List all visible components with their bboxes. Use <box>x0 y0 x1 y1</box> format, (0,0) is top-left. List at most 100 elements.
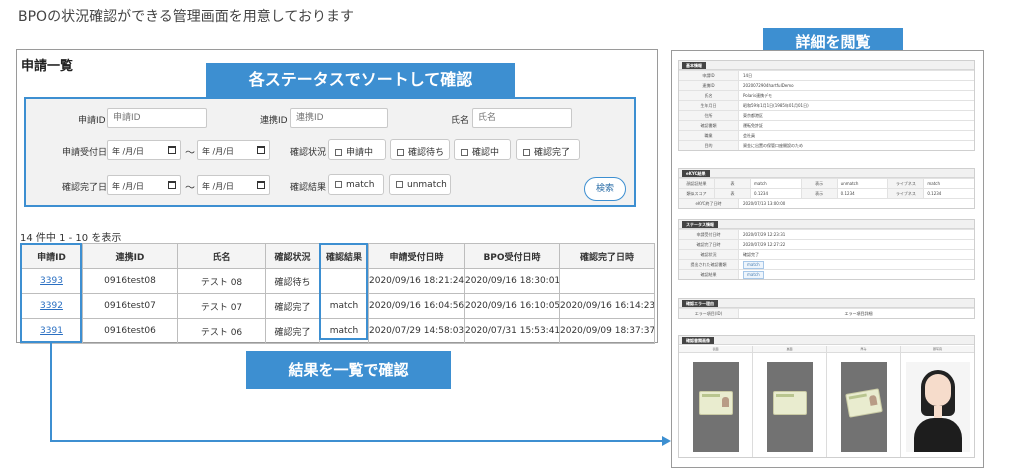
face-photo-image[interactable] <box>906 362 970 452</box>
detail-key: 表示 <box>801 179 838 188</box>
detail-key: 職業 <box>679 131 739 140</box>
calendar-icon <box>168 146 176 154</box>
document-images-section: 確認書類画像 表面 裏面 厚み 顔写真 <box>678 335 975 458</box>
status-checkbox-applying[interactable]: 申請中 <box>328 139 386 160</box>
detail-key: 連携ID <box>679 81 739 90</box>
match-badge-button[interactable]: match <box>743 271 764 279</box>
checkbox-icon <box>397 149 404 156</box>
detail-value: match <box>751 179 802 188</box>
checkbox-icon <box>335 149 342 156</box>
section-tag: 確認エラー理由 <box>682 300 718 307</box>
image-columns: 表面 裏面 厚み 顔写真 <box>679 346 974 457</box>
calendar-icon <box>257 181 265 189</box>
result-checkbox-match[interactable]: match <box>328 174 384 195</box>
application-id-label: 申請ID <box>78 116 106 126</box>
completed-date-to[interactable]: 年 /月/日 <box>197 175 270 195</box>
callout-list: 結果を一覧で確認 <box>246 351 451 389</box>
search-button[interactable]: 検索 <box>584 177 626 201</box>
completed-date-label: 確認完了日 <box>62 183 108 193</box>
detail-row: 確認結果 match <box>679 269 974 279</box>
range-tilde: ～ <box>185 148 195 159</box>
column-header[interactable]: 氏名 <box>177 243 266 269</box>
table-cell: テスト 07 <box>177 293 266 319</box>
head-shape <box>925 374 951 406</box>
detail-row: 生年月日 昭和59年1月1日(1985年01月01日) <box>679 100 974 110</box>
column-header[interactable]: BPO受付日時 <box>464 243 560 269</box>
detail-key: 目的 <box>679 141 739 150</box>
result-label: 確認結果 <box>290 183 327 193</box>
detail-value: 昭和59年1月1日(1985年01月01日) <box>743 103 809 108</box>
detail-value: 運転免許証 <box>743 123 763 128</box>
detail-key: ライブネス <box>888 179 925 188</box>
detail-key: 表 <box>715 189 751 198</box>
detail-key: ライブネス <box>888 189 925 198</box>
card-band <box>848 393 867 400</box>
detail-value: 2020/07/29 12:23:31 <box>743 232 786 237</box>
detail-value: エラー項目詳細 <box>844 311 873 316</box>
status-checkbox-completed[interactable]: 確認完了 <box>516 139 580 160</box>
detail-value: 2020072904hartfulDemo <box>743 83 794 88</box>
application-id-input[interactable] <box>107 108 207 128</box>
date-text: 年 /月/日 <box>202 147 234 156</box>
received-date-from[interactable]: 年 /月/日 <box>107 140 181 160</box>
column-header[interactable]: 確認状況 <box>265 243 320 269</box>
detail-key: 確認完了日時 <box>679 240 739 249</box>
detail-value: unmatch <box>838 179 889 188</box>
detail-value: 東京都港区 <box>743 113 763 118</box>
license-back-image[interactable] <box>767 362 813 452</box>
image-column: 表面 <box>679 346 753 457</box>
link-id-label: 連携ID <box>260 116 288 126</box>
status-checkbox-checking[interactable]: 確認中 <box>454 139 511 160</box>
detail-row: 確認状況 確認完了 <box>679 249 974 259</box>
detail-key: 確認結果 <box>679 270 739 279</box>
section-header: 基本情報 <box>679 61 974 70</box>
detail-key: 顔認証結果 <box>679 179 715 188</box>
completed-date-from[interactable]: 年 /月/日 <box>107 175 181 195</box>
status-checkbox-waiting[interactable]: 確認待ち <box>390 139 450 160</box>
detail-value: 14日 <box>743 73 753 78</box>
column-header[interactable]: 連携ID <box>82 243 178 269</box>
column-header[interactable]: 申請受付日時 <box>368 243 465 269</box>
detail-value: 0.1234 <box>751 189 802 198</box>
detail-value: 2020/07/13 13:00:00 <box>743 201 786 206</box>
detail-row: 確認完了日時 2020/07/29 12:27:22 <box>679 239 974 249</box>
link-id-input[interactable] <box>290 108 388 128</box>
panel-title: 申請一覧 <box>21 59 74 74</box>
license-thickness-image[interactable] <box>841 362 887 452</box>
callout-sort: 各ステータスでソートして確認 <box>206 63 515 97</box>
checkbox-icon <box>396 181 403 188</box>
status-info-section: ステータス情報 申請受付日時 2020/07/29 12:23:31 確認完了日時… <box>678 219 975 280</box>
result-checkbox-unmatch[interactable]: unmatch <box>389 174 451 195</box>
detail-value: match <box>739 260 974 269</box>
table-cell <box>559 268 655 294</box>
detail-row: エラー項目(ID) エラー項目詳細 <box>679 308 974 318</box>
checkbox-label: 確認中 <box>472 148 500 158</box>
section-tag: eKYC結果 <box>682 170 710 177</box>
table-cell: 0916test07 <box>82 293 178 319</box>
arrow-right-icon <box>662 436 671 446</box>
detail-row: 顔認証結果 表 match 表示 unmatch ライブネス match <box>679 178 974 188</box>
match-badge-button[interactable]: match <box>743 261 764 269</box>
name-input[interactable] <box>472 108 572 128</box>
id-card-icon <box>845 388 883 418</box>
section-header: ステータス情報 <box>679 220 974 229</box>
license-front-image[interactable] <box>693 362 739 452</box>
column-header[interactable]: 確認完了日時 <box>559 243 655 269</box>
detail-row: 連携ID 2020072904hartfulDemo <box>679 80 974 90</box>
detail-row: 提出された確認書類 match <box>679 259 974 269</box>
detail-key: 提出された確認書類 <box>679 260 739 269</box>
detail-row: eKYC終了日時 2020/07/13 13:00:00 <box>679 198 974 208</box>
flow-arrow-line <box>50 343 52 441</box>
image-column: 厚み <box>827 346 901 457</box>
detail-key: 申請ID <box>679 71 739 80</box>
received-date-to[interactable]: 年 /月/日 <box>197 140 270 160</box>
detail-row: 申請ID 14日 <box>679 70 974 80</box>
detail-key: 申請受付日時 <box>679 230 739 239</box>
result-count: 14 件中 1 - 10 を表示 <box>20 233 122 244</box>
detail-value: Polaris連携デモ <box>743 93 773 98</box>
detail-row: 確認書類 運転免許証 <box>679 120 974 130</box>
flow-arrow-line <box>50 440 663 442</box>
section-tag: 基本情報 <box>682 62 706 69</box>
id-card-icon <box>699 391 733 415</box>
checkbox-label: 確認完了 <box>534 148 571 158</box>
